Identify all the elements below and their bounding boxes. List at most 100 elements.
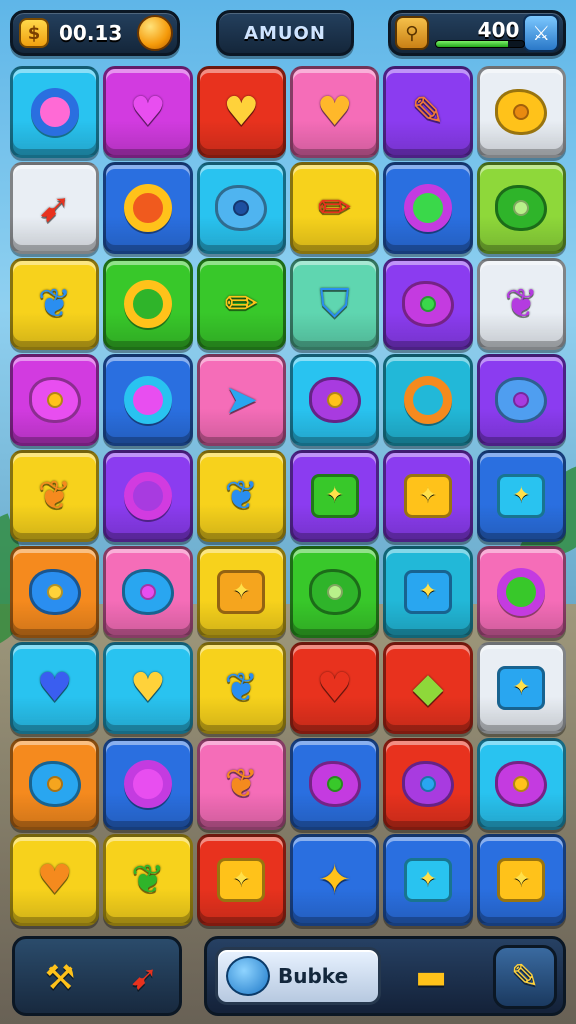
board-tile[interactable]: ✦ [383,834,473,926]
board-tile[interactable]: ♥ [290,66,380,158]
rocket-dart-icon: ➹ [37,185,72,231]
board-tile[interactable] [103,258,193,350]
board-tile[interactable]: ✏ [196,258,286,350]
board-tile[interactable] [196,162,286,254]
board-tile[interactable] [103,546,193,638]
board-tile[interactable]: ✏ [290,162,380,254]
yellow-heart-icon: ♥ [130,665,166,711]
board-tile[interactable]: ◆ [383,642,473,734]
board-tile[interactable]: ♥ [196,66,286,158]
booster-panel: ⚒ ➹ [12,936,182,1016]
board-tile[interactable]: ❦ [10,450,100,542]
energy-counter[interactable]: ⚲ 400 ⚔ [388,10,566,56]
board-tile[interactable] [103,354,193,446]
board-tile[interactable] [383,354,473,446]
orange-heart-icon: ♥ [36,857,73,903]
board-tile[interactable] [10,66,100,158]
blue-blob-icon [213,180,269,236]
orange-ring-icon [400,372,456,428]
mallet-button[interactable]: ✎ [493,945,557,1009]
bottom-toolbar: ⚒ ➹ Bubke ▬ ✎ [0,930,576,1024]
blue-leaf-icon: ❦ [224,665,259,711]
board-tile[interactable] [383,738,473,830]
torch-icon: ✦ [317,857,352,903]
board-tile[interactable]: ⛉ [290,258,380,350]
purple-blob-icon [400,756,456,812]
rocket-icon: ➹ [129,958,159,998]
red-heart-icon: ♥ [316,665,353,711]
add-coins-button[interactable] [137,15,173,51]
game-board: ♥ ♥ ♥ ✎ ➹ ✏ ❦ ✏ ⛉ ❦ ➤ ❦ ❦ ✦ ✦ ✦ ✦ ✦ ♥ ♥ ❦ ♥ ◆ ✦ ❦ ♥ ❦ ✦ ✦ ✦ ✦ [8,64,568,928]
green-blob-icon [307,564,363,620]
board-tile[interactable]: ♥ [290,642,380,734]
energy-meter: 400 [434,18,525,48]
purple-leaf-icon: ❦ [504,281,539,327]
board-tile[interactable] [290,738,380,830]
board-tile[interactable]: ♥ [10,834,100,926]
board-tile[interactable]: ❦ [476,258,566,350]
gem-blob-icon [27,84,83,140]
board-tile[interactable]: ❦ [196,738,286,830]
board-tile[interactable] [383,258,473,350]
blue-blob-icon [493,372,549,428]
board-tile[interactable] [290,546,380,638]
board-tile[interactable]: ➹ [10,162,100,254]
rocket-button[interactable]: ➹ [115,949,173,1007]
board-tile[interactable] [476,354,566,446]
board-tile[interactable]: ✦ [196,834,286,926]
cannon-button[interactable]: ▬ [401,951,461,1003]
cyan-ring-icon [120,372,176,428]
top-hud: $ 00.13 AMUON ⚲ 400 ⚔ [0,0,576,64]
board-tile[interactable]: ✦ [290,834,380,926]
coin-counter[interactable]: $ 00.13 [10,10,180,56]
board-tile[interactable]: ✦ [476,642,566,734]
blue-square-icon: ✦ [400,564,456,620]
board-tile[interactable]: ❦ [196,642,286,734]
bubble-button[interactable]: Bubke [215,947,381,1005]
board-tile[interactable] [103,738,193,830]
board-tile[interactable]: ✦ [196,546,286,638]
board-tile[interactable] [290,354,380,446]
flower-icon [120,564,176,620]
board-tile[interactable] [103,450,193,542]
board-tile[interactable] [10,738,100,830]
board-tile[interactable]: ✦ [290,450,380,542]
board-tile[interactable]: ✦ [383,450,473,542]
board-tile[interactable] [383,162,473,254]
board-tile[interactable] [476,546,566,638]
board-tile[interactable]: ✦ [476,834,566,926]
board-tile[interactable]: ♥ [103,642,193,734]
orange-square-icon: ✦ [213,564,269,620]
board-tile[interactable]: ✦ [476,450,566,542]
board-tile[interactable]: ♥ [10,642,100,734]
board-tile[interactable] [476,738,566,830]
board-tile[interactable] [103,162,193,254]
mallet-icon: ✎ [510,957,540,997]
yellow-heart-icon: ♥ [223,89,260,135]
board-tile[interactable] [10,546,100,638]
coin-value: 00.13 [59,21,123,45]
leaf-icon: ❦ [37,281,72,327]
blue-heart-icon: ♥ [36,665,73,711]
board-tile[interactable] [476,66,566,158]
board-tile[interactable] [476,162,566,254]
board-tile[interactable]: ♥ [103,66,193,158]
flower-icon [307,372,363,428]
star-square-icon: ✦ [493,660,549,716]
board-tile[interactable]: ✎ [383,66,473,158]
board-tile[interactable]: ❦ [103,834,193,926]
feather-pen-icon: ✎ [411,89,445,135]
board-tile[interactable]: ➤ [196,354,286,446]
blue-blob-icon [27,756,83,812]
hammer-icon: ⚒ [44,958,76,998]
hammer-button[interactable]: ⚒ [31,949,89,1007]
green-square-icon: ✦ [307,468,363,524]
star-blob-icon [27,564,83,620]
board-tile[interactable]: ✦ [383,546,473,638]
board-tile[interactable]: ❦ [10,258,100,350]
board-tile[interactable]: ❦ [196,450,286,542]
cheese-icon: ✦ [493,852,549,908]
star-square-icon: ✦ [400,852,456,908]
board-tile[interactable] [10,354,100,446]
sword-shield-button[interactable]: ⚔ [523,14,559,52]
